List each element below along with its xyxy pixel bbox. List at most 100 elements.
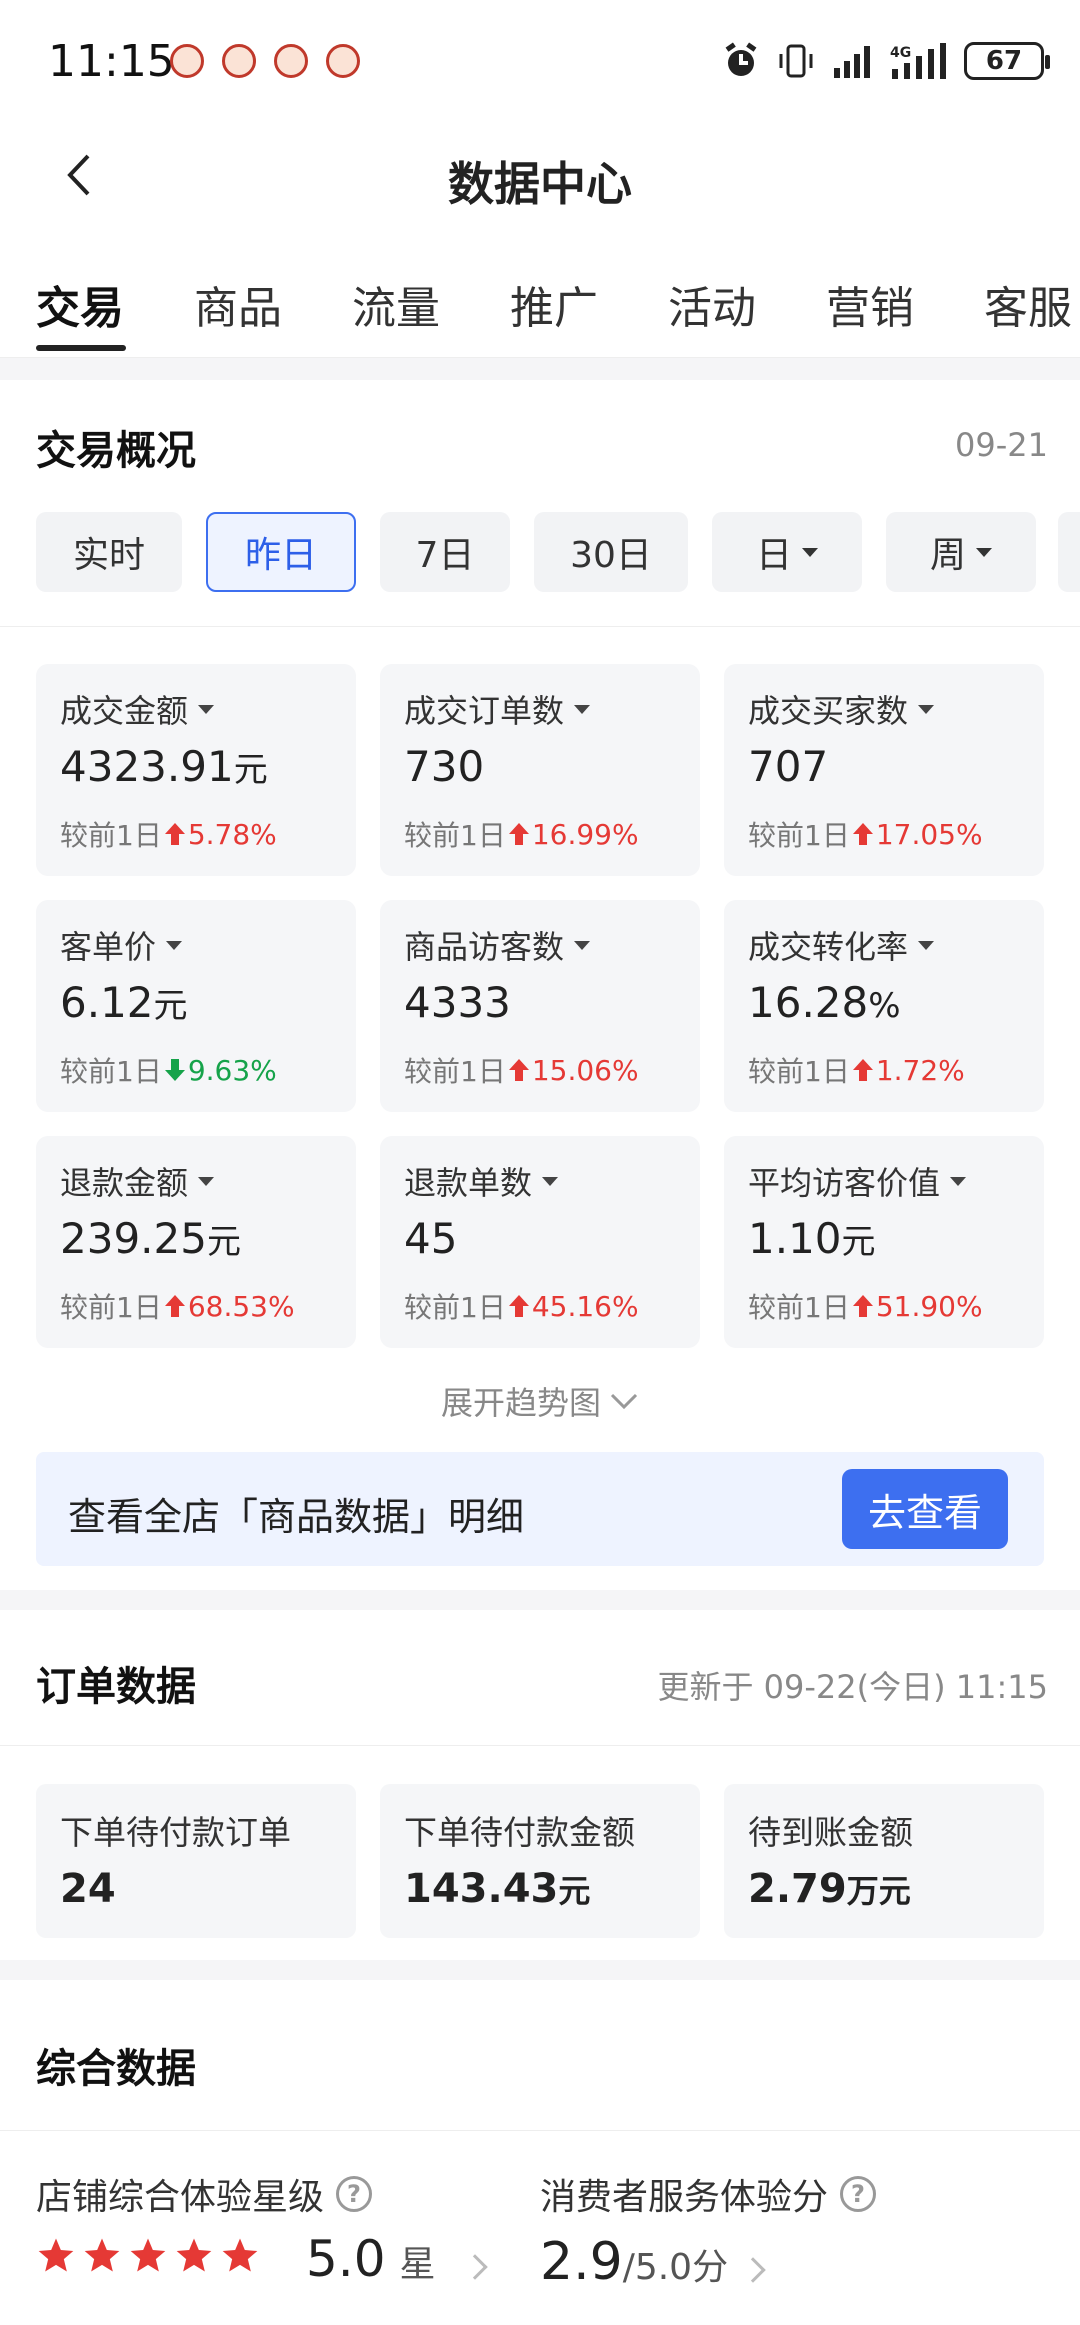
category-tabs: 交易 商品 流量 推广 活动 营销 客服 (0, 230, 1080, 358)
value-unit: 元 (558, 1872, 591, 1910)
metric-card[interactable]: 成交金额 4323.91元 较前1日 5.78% (36, 664, 356, 876)
metric-card[interactable]: 客单价 6.12元 较前1日 9.63% (36, 900, 356, 1112)
star-icon (176, 2238, 212, 2272)
change-percent: 5.78% (187, 817, 277, 851)
metric-number: 707 (748, 742, 829, 791)
change-percent: 68.53% (187, 1289, 295, 1323)
metric-unit: 元 (841, 1222, 876, 1262)
metric-compare: 较前1日 17.05% (748, 814, 983, 854)
chip-label: 昨日 (244, 535, 317, 576)
metric-number: 16.28 (748, 978, 869, 1027)
help-icon[interactable]: ? (840, 2176, 877, 2212)
caret-down-icon (918, 704, 935, 714)
order-item-pending-amount[interactable]: 下单待付款金额 143.43元 (380, 1784, 700, 1938)
value-number: 24 (60, 1866, 116, 1912)
store-rating-value[interactable]: 5.0 星 (306, 2230, 488, 2288)
metric-label[interactable]: 成交订单数 (404, 686, 591, 732)
trade-overview-title: 交易概况 (36, 428, 196, 474)
metric-compare: 较前1日 68.53% (60, 1286, 295, 1326)
metric-label-text: 客单价 (60, 928, 157, 966)
tab-activities[interactable]: 活动 (668, 272, 756, 336)
metric-label[interactable]: 平均访客价值 (748, 1158, 967, 1204)
chevron-right-icon (461, 2254, 488, 2280)
metric-card[interactable]: 平均访客价值 1.10元 较前1日 51.90% (724, 1136, 1044, 1348)
chip-label: 实时 (72, 535, 145, 576)
status-time: 11:15 (48, 36, 175, 87)
tab-customer-service[interactable]: 客服 (984, 272, 1072, 336)
compare-label: 较前1日 (404, 1291, 506, 1324)
expand-trend-chart[interactable]: 展开趋势图 (0, 1378, 1080, 1424)
metric-value: 4333 (404, 978, 511, 1027)
tab-marketing[interactable]: 营销 (826, 272, 914, 336)
compare-label: 较前1日 (60, 1055, 162, 1088)
metric-label[interactable]: 退款金额 (60, 1158, 215, 1204)
help-icon[interactable]: ? (336, 2176, 373, 2212)
metric-card[interactable]: 成交买家数 707 较前1日 17.05% (724, 664, 1044, 876)
change-value: 17.05% (852, 818, 983, 851)
trade-overview-date: 09-21 (955, 426, 1048, 464)
metric-label[interactable]: 客单价 (60, 922, 183, 968)
star-icon (84, 2238, 120, 2272)
tab-trade[interactable]: 交易 (36, 272, 124, 336)
star-icon (130, 2238, 166, 2272)
service-score-value[interactable]: 2.9 /5.0分 (540, 2232, 766, 2292)
arrow-down-icon (164, 1059, 185, 1081)
metric-label-text: 商品访客数 (404, 928, 565, 966)
tab-traffic[interactable]: 流量 (352, 272, 440, 336)
metric-card[interactable]: 成交订单数 730 较前1日 16.99% (380, 664, 700, 876)
chip-day-dropdown[interactable]: 日 (712, 512, 862, 592)
metric-number: 4323.91 (60, 742, 234, 791)
metric-label[interactable]: 成交转化率 (748, 922, 935, 968)
arrow-up-icon (508, 1059, 529, 1081)
metric-card[interactable]: 退款单数 45 较前1日 45.16% (380, 1136, 700, 1348)
star-rating (36, 2236, 260, 2276)
order-item-pending-orders[interactable]: 下单待付款订单 24 (36, 1784, 356, 1938)
service-score-label: 消费者服务体验分 ? (540, 2168, 877, 2220)
arrow-up-icon (508, 823, 529, 845)
metric-card[interactable]: 成交转化率 16.28% 较前1日 1.72% (724, 900, 1044, 1112)
notification-app-icon (326, 44, 360, 78)
metric-card[interactable]: 商品访客数 4333 较前1日 15.06% (380, 900, 700, 1112)
metric-label[interactable]: 成交买家数 (748, 686, 935, 732)
metric-label-text: 退款金额 (60, 1164, 189, 1202)
metric-label[interactable]: 退款单数 (404, 1158, 559, 1204)
order-item-value: 143.43元 (404, 1866, 590, 1912)
caret-down-icon (950, 1176, 967, 1186)
change-percent: 45.16% (531, 1289, 639, 1323)
chip-yesterday[interactable]: 昨日 (206, 512, 356, 592)
battery-level: 67 (985, 46, 1023, 76)
page-title: 数据中心 (448, 157, 632, 211)
alarm-icon (725, 42, 757, 76)
chip-week-dropdown[interactable]: 周 (886, 512, 1036, 592)
chip-30-days[interactable]: 30日 (534, 512, 688, 592)
chip-realtime[interactable]: 实时 (36, 512, 182, 592)
vibrate-icon (779, 44, 813, 78)
arrow-up-icon (852, 823, 873, 845)
metric-card[interactable]: 退款金额 239.25元 较前1日 68.53% (36, 1136, 356, 1348)
caret-down-icon (574, 704, 591, 714)
order-item-incoming-amount[interactable]: 待到账金额 2.79万元 (724, 1784, 1044, 1938)
arrow-up-icon (164, 1295, 185, 1317)
metric-value: 730 (404, 742, 484, 791)
rating-number: 5.0 (306, 2230, 386, 2288)
order-item-label: 下单待付款订单 (60, 1813, 291, 1852)
service-score-text: 消费者服务体验分 (540, 2177, 829, 2218)
metric-label[interactable]: 商品访客数 (404, 922, 591, 968)
divider (0, 1745, 1080, 1746)
change-value: 16.99% (508, 818, 639, 851)
chip-7-days[interactable]: 7日 (380, 512, 510, 592)
caret-down-icon (542, 1176, 559, 1186)
compare-label: 较前1日 (60, 819, 162, 852)
caret-down-icon (574, 940, 591, 950)
order-item-label: 下单待付款金额 (404, 1813, 635, 1852)
metric-label[interactable]: 成交金额 (60, 686, 215, 732)
divider (0, 2130, 1080, 2131)
metric-value: 45 (404, 1214, 457, 1263)
star-icon (38, 2238, 74, 2272)
chip-more[interactable] (1058, 512, 1080, 592)
caret-down-icon (976, 547, 992, 557)
view-button[interactable]: 去查看 (842, 1469, 1008, 1549)
tab-promotion[interactable]: 推广 (510, 272, 598, 336)
change-value: 51.90% (852, 1290, 983, 1323)
tab-products[interactable]: 商品 (194, 272, 282, 336)
